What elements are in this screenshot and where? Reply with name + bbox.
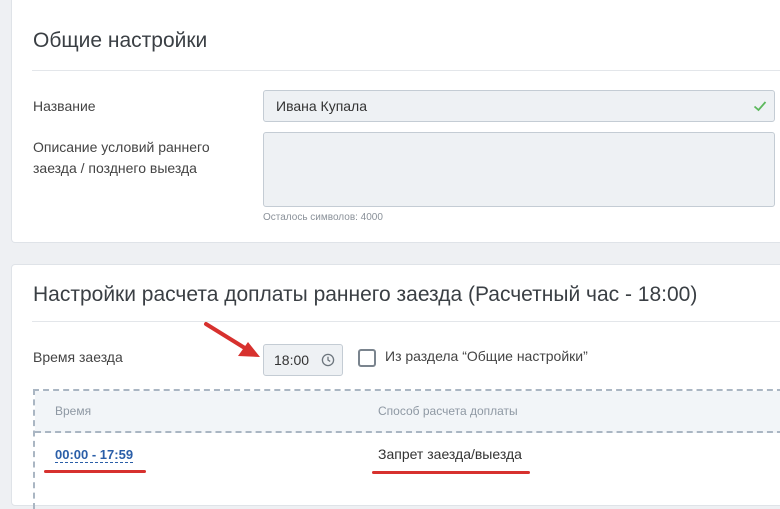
checkin-time-value: 18:00 [274, 352, 310, 368]
chars-left-hint: Осталось символов: 4000 [263, 212, 383, 223]
column-header-method: Способ расчета доплаты [378, 404, 518, 418]
calculation-method: Запрет заезда/выезда [378, 446, 522, 462]
name-input[interactable]: Ивана Купала [263, 90, 775, 122]
from-general-settings-checkbox[interactable] [358, 349, 376, 367]
checkin-time-input[interactable]: 18:00 [263, 344, 343, 376]
description-textarea[interactable] [263, 132, 775, 207]
description-label-line1: Описание условий раннего [33, 139, 210, 155]
name-label: Название [33, 98, 96, 114]
description-label: Описание условий раннего заезда / поздне… [33, 137, 210, 179]
divider [32, 70, 780, 71]
description-label-line2: заезда / позднего выезда [33, 160, 197, 176]
surcharge-table: Время Способ расчета доплаты 00:00 - 17:… [33, 389, 780, 509]
clock-icon [321, 353, 335, 367]
red-underline-annotation [372, 471, 530, 474]
red-arrow-annotation [204, 322, 260, 357]
column-header-time: Время [55, 404, 92, 418]
table-header: Время Способ расчета доплаты [35, 391, 780, 433]
divider [32, 321, 780, 322]
general-settings-card: Общие настройки Название Ивана Купала Оп… [11, 0, 780, 243]
name-input-value: Ивана Купала [276, 98, 368, 114]
check-icon [753, 101, 767, 112]
early-checkin-title: Настройки расчета доплаты раннего заезда… [33, 283, 698, 306]
from-general-settings-label: Из раздела “Общие настройки” [385, 348, 588, 364]
checkin-time-label: Время заезда [33, 349, 123, 365]
time-range-link[interactable]: 00:00 - 17:59 [55, 447, 134, 463]
general-settings-title: Общие настройки [33, 29, 208, 52]
red-underline-annotation [44, 470, 146, 473]
